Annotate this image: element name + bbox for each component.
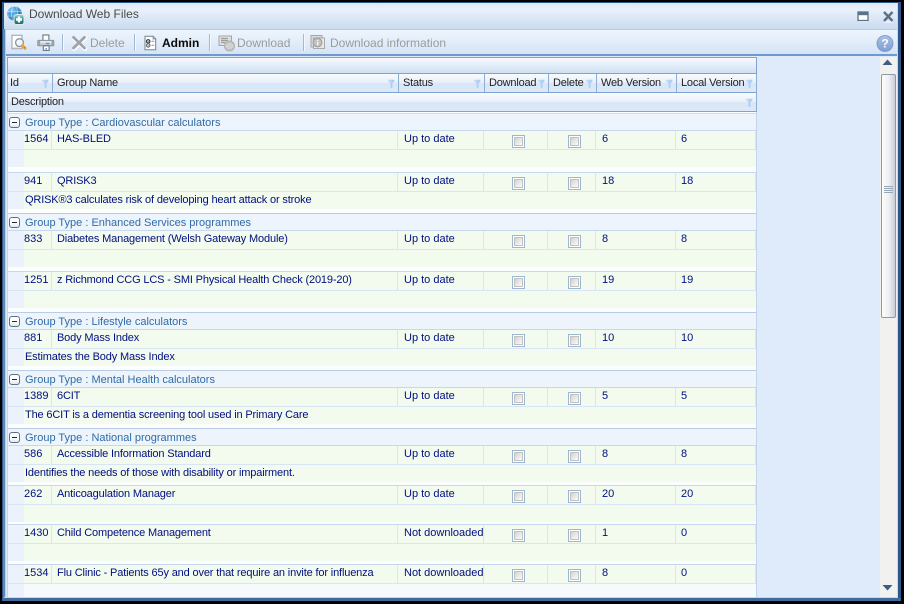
- svg-text:?: ?: [881, 37, 888, 51]
